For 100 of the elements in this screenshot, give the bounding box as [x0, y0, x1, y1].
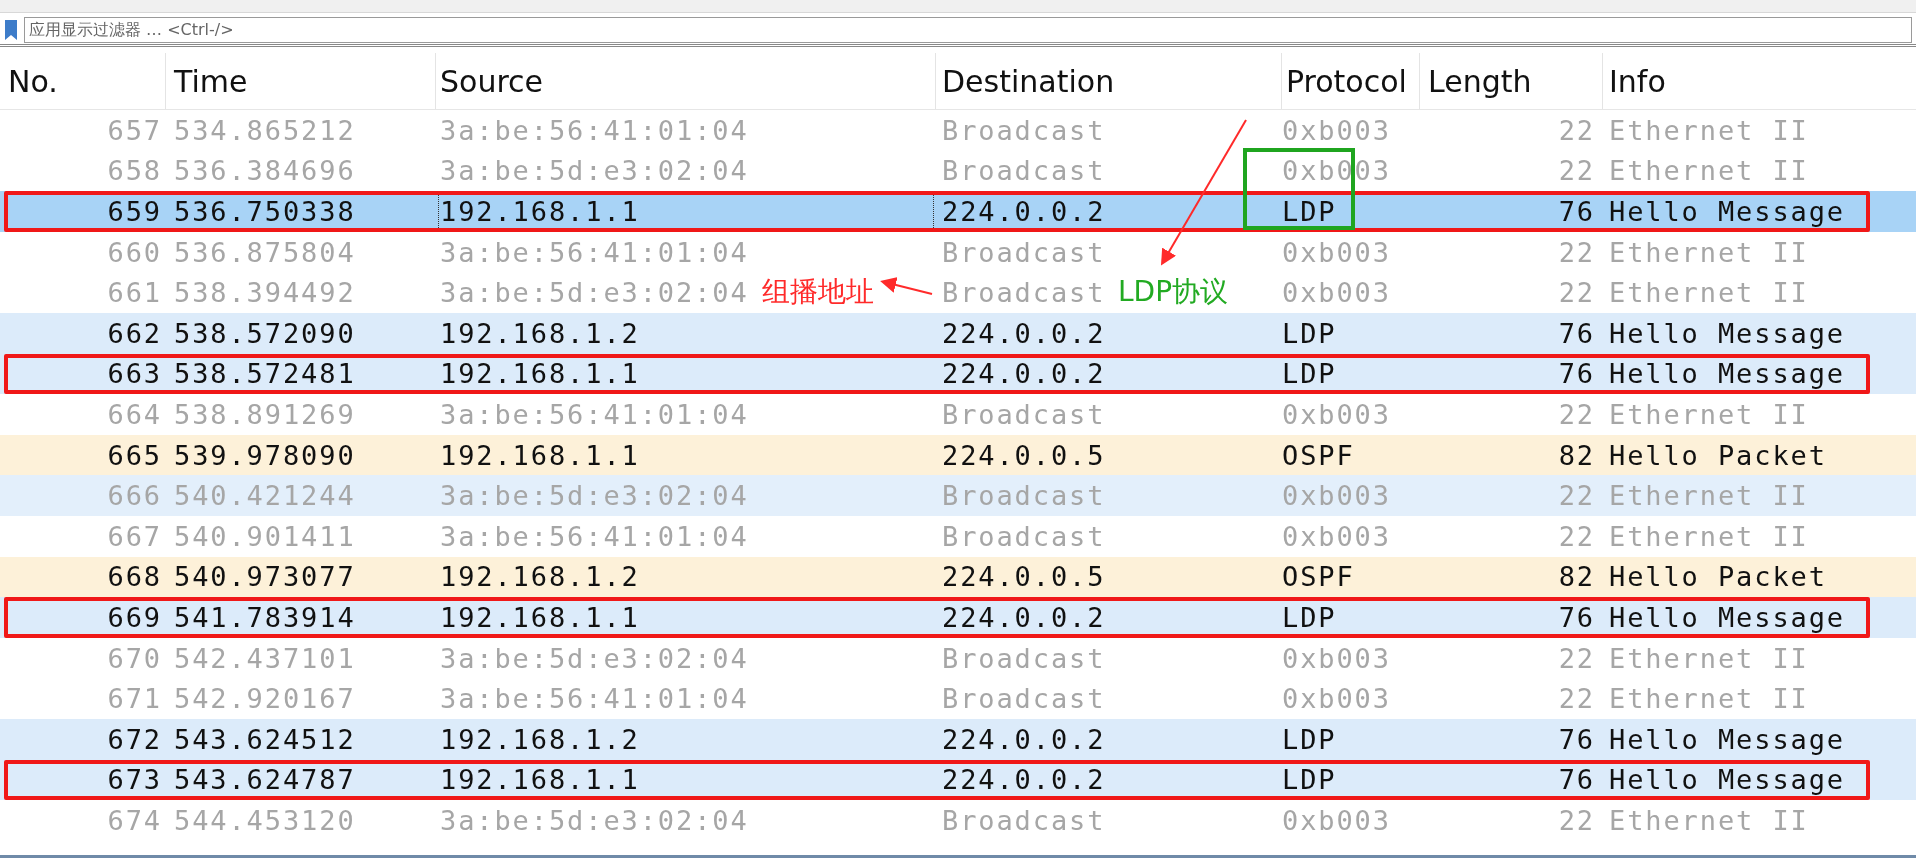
- table-cell: 22: [1558, 114, 1595, 146]
- table-cell: 660: [107, 236, 162, 268]
- table-cell: 671: [107, 683, 162, 715]
- table-cell: 192.168.1.1: [440, 764, 640, 796]
- packet-row[interactable]: 665 539.978090 192.168.1.1 224.0.0.5 OSPF 82 Hello Packet: [0, 434, 1916, 476]
- table-cell: 664: [107, 398, 162, 430]
- bookmark-icon[interactable]: [4, 18, 18, 41]
- table-cell: 82: [1558, 561, 1595, 593]
- packet-row[interactable]: 673 543.624787 192.168.1.1 224.0.0.2 LDP 76 Hello Message: [0, 759, 1916, 801]
- table-cell: Broadcast: [942, 480, 1106, 512]
- table-cell: Broadcast: [942, 642, 1106, 674]
- table-cell: 224.0.0.5: [942, 561, 1106, 593]
- table-cell: 540.901411: [174, 520, 356, 552]
- table-cell: LDP: [1282, 764, 1337, 796]
- table-cell: 192.168.1.1: [440, 358, 640, 390]
- table-cell: 224.0.0.5: [942, 439, 1106, 471]
- table-cell: 22: [1558, 277, 1595, 309]
- table-cell: 76: [1558, 601, 1595, 633]
- table-cell: 534.865212: [174, 114, 356, 146]
- table-cell: LDP: [1282, 601, 1337, 633]
- table-cell: 3a:be:56:41:01:04: [440, 683, 749, 715]
- column-header[interactable]: No.: [0, 53, 166, 109]
- table-cell: 22: [1558, 155, 1595, 187]
- table-cell: 538.394492: [174, 277, 356, 309]
- display-filter-field[interactable]: 应用显示过滤器 … <Ctrl-/>: [24, 16, 1912, 43]
- table-cell: 82: [1558, 439, 1595, 471]
- table-cell: 543.624787: [174, 764, 356, 796]
- table-cell: 538.572090: [174, 317, 356, 349]
- table-cell: 3a:be:56:41:01:04: [440, 520, 749, 552]
- table-cell: 22: [1558, 236, 1595, 268]
- packet-row[interactable]: 659 536.750338 192.168.1.1 224.0.0.2 LDP 76 Hello Message: [0, 191, 1916, 232]
- table-cell: 0xb003: [1282, 683, 1391, 715]
- table-cell: 192.168.1.1: [440, 196, 640, 227]
- column-header[interactable]: Length: [1420, 53, 1603, 109]
- arrow: [880, 277, 933, 295]
- table-cell: 22: [1558, 642, 1595, 674]
- table-cell: 0xb003: [1282, 642, 1391, 674]
- table-cell: LDP: [1282, 358, 1337, 390]
- table-cell: 658: [107, 155, 162, 187]
- table-cell: 224.0.0.2: [942, 764, 1106, 796]
- table-cell: Broadcast: [942, 236, 1106, 268]
- table-cell: Broadcast: [942, 155, 1106, 187]
- table-cell: 192.168.1.1: [440, 439, 640, 471]
- table-cell: LDP: [1282, 196, 1337, 227]
- table-cell: 3a:be:5d:e3:02:04: [440, 480, 749, 512]
- table-cell: Hello Packet: [1609, 561, 1827, 593]
- packet-row[interactable]: 663 538.572481 192.168.1.1 224.0.0.2 LDP 76 Hello Message: [0, 353, 1916, 395]
- column-header[interactable]: Source: [436, 53, 936, 109]
- table-cell: Broadcast: [942, 683, 1106, 715]
- table-cell: Ethernet II: [1609, 114, 1809, 146]
- column-header[interactable]: Destination: [936, 53, 1282, 109]
- table-cell: 536.384696: [174, 155, 356, 187]
- table-cell: Broadcast: [942, 114, 1106, 146]
- table-cell: Hello Message: [1609, 196, 1846, 227]
- table-cell: 673: [107, 764, 162, 796]
- table-cell: 0xb003: [1282, 520, 1391, 552]
- table-cell: 536.750338: [174, 196, 356, 227]
- table-cell: 22: [1558, 398, 1595, 430]
- table-cell: 668: [107, 561, 162, 593]
- table-cell: 224.0.0.2: [942, 196, 1106, 227]
- table-cell: 192.168.1.2: [440, 723, 640, 755]
- table-cell: 22: [1558, 480, 1595, 512]
- table-cell: 544.453120: [174, 804, 356, 836]
- table-cell: 0xb003: [1282, 480, 1391, 512]
- table-cell: Broadcast: [942, 520, 1106, 552]
- table-cell: 224.0.0.2: [942, 601, 1106, 633]
- table-cell: 76: [1558, 723, 1595, 755]
- annotation-label: 组播地址: [762, 274, 874, 311]
- table-cell: 663: [107, 358, 162, 390]
- table-cell: Broadcast: [942, 398, 1106, 430]
- table-cell: 541.783914: [174, 601, 356, 633]
- table-cell: Hello Message: [1609, 601, 1846, 633]
- table-cell: 539.978090: [174, 439, 356, 471]
- table-cell: Ethernet II: [1609, 398, 1809, 430]
- table-cell: 674: [107, 804, 162, 836]
- table-cell: Ethernet II: [1609, 804, 1809, 836]
- table-cell: 192.168.1.2: [440, 561, 640, 593]
- table-cell: 76: [1558, 358, 1595, 390]
- table-cell: Hello Message: [1609, 764, 1846, 796]
- table-cell: Ethernet II: [1609, 155, 1809, 187]
- packet-row[interactable]: 669 541.783914 192.168.1.1 224.0.0.2 LDP 76 Hello Message: [0, 597, 1916, 638]
- column-header[interactable]: Time: [166, 53, 436, 109]
- packet-row[interactable]: 668 540.973077 192.168.1.2 224.0.0.5 OSPF 82 Hello Packet: [0, 556, 1916, 598]
- column-header[interactable]: Info: [1603, 53, 1916, 109]
- column-header[interactable]: Protocol: [1282, 53, 1420, 109]
- table-cell: Ethernet II: [1609, 277, 1809, 309]
- table-cell: 667: [107, 520, 162, 552]
- table-cell: 0xb003: [1282, 114, 1391, 146]
- table-cell: 192.168.1.2: [440, 317, 640, 349]
- table-cell: Ethernet II: [1609, 520, 1809, 552]
- table-cell: 672: [107, 723, 162, 755]
- packet-row[interactable]: 672 543.624512 192.168.1.2 224.0.0.2 LDP 76 Hello Message: [0, 718, 1916, 760]
- table-cell: LDP: [1282, 317, 1337, 349]
- table-cell: 538.572481: [174, 358, 356, 390]
- table-cell: 76: [1558, 196, 1595, 227]
- table-cell: 670: [107, 642, 162, 674]
- table-cell: Ethernet II: [1609, 480, 1809, 512]
- packet-row[interactable]: 662 538.572090 192.168.1.2 224.0.0.2 LDP 76 Hello Message: [0, 312, 1916, 354]
- table-cell: 3a:be:56:41:01:04: [440, 114, 749, 146]
- table-cell: 665: [107, 439, 162, 471]
